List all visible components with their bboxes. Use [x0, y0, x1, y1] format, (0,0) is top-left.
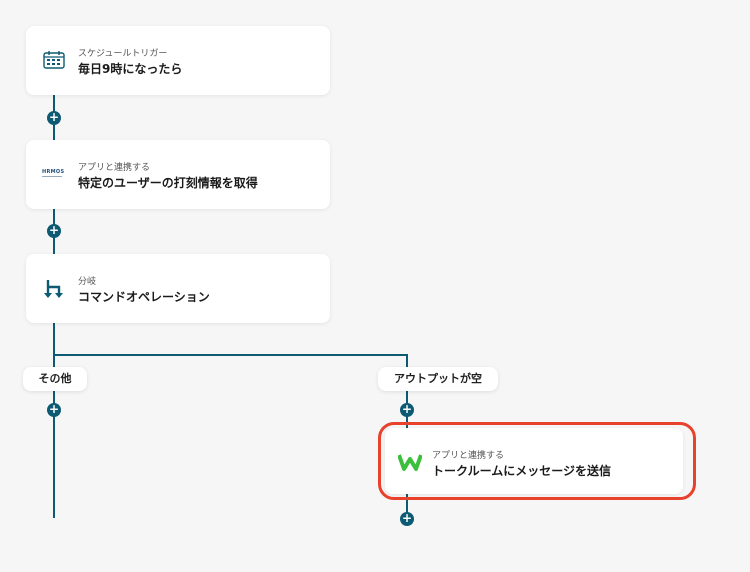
add-step-button[interactable]: +	[47, 403, 61, 417]
hrmos-logo-text: HRMOS	[42, 169, 65, 175]
branch-horizontal-line	[53, 354, 407, 356]
hrmos-logo-icon: HRMOS	[42, 169, 68, 179]
step-title: 毎日9時になったら	[78, 62, 183, 76]
add-step-button[interactable]: +	[400, 512, 414, 526]
hrmos-action-card[interactable]: HRMOS アプリと連携する 特定のユーザーの打刻情報を取得	[26, 140, 330, 209]
step-title: コマンドオペレーション	[78, 290, 210, 304]
add-step-button[interactable]: +	[400, 403, 414, 417]
step-subtitle: スケジュールトリガー	[78, 49, 168, 59]
branch-label-other[interactable]: その他	[23, 367, 87, 391]
step-title: 特定のユーザーの打刻情報を取得	[78, 176, 258, 190]
add-step-button[interactable]: +	[47, 111, 61, 125]
selection-highlight	[378, 422, 696, 500]
branch-card[interactable]: 分岐 コマンドオペレーション	[26, 254, 330, 323]
schedule-trigger-icon	[43, 51, 65, 69]
add-step-button[interactable]: +	[47, 224, 61, 238]
step-subtitle: アプリと連携する	[78, 163, 151, 173]
branch-icon	[44, 280, 63, 298]
schedule-trigger-card[interactable]: スケジュールトリガー 毎日9時になったら	[26, 26, 330, 95]
branch-label-empty-output[interactable]: アウトプットが空	[378, 367, 498, 391]
connector-line	[53, 322, 55, 518]
step-subtitle: 分岐	[78, 277, 97, 287]
